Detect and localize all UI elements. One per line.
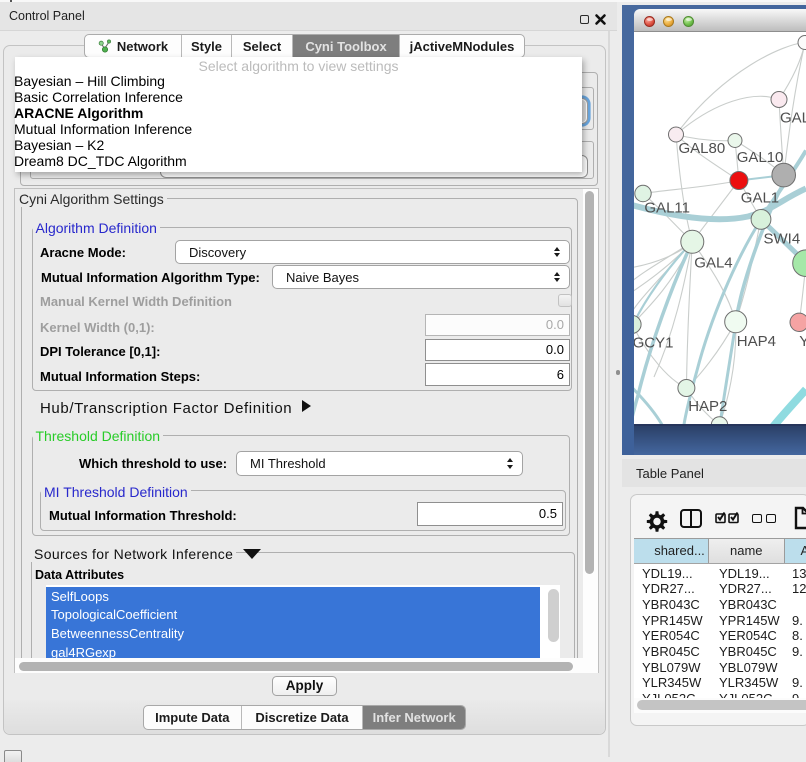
svg-text:HAP4: HAP4 [737, 333, 776, 350]
svg-text:Y: Y [799, 333, 806, 350]
svg-text:HAP2: HAP2 [688, 398, 727, 415]
svg-text:GAL10: GAL10 [737, 149, 784, 166]
svg-text:GAL4: GAL4 [694, 254, 732, 271]
svg-text:GAL8: GAL8 [780, 109, 806, 126]
svg-text:GAL1: GAL1 [741, 189, 779, 206]
svg-text:GAL80: GAL80 [679, 140, 726, 157]
svg-text:GAL11: GAL11 [644, 199, 690, 216]
svg-text:GCY1: GCY1 [634, 334, 673, 351]
svg-text:SWI4: SWI4 [764, 230, 801, 247]
